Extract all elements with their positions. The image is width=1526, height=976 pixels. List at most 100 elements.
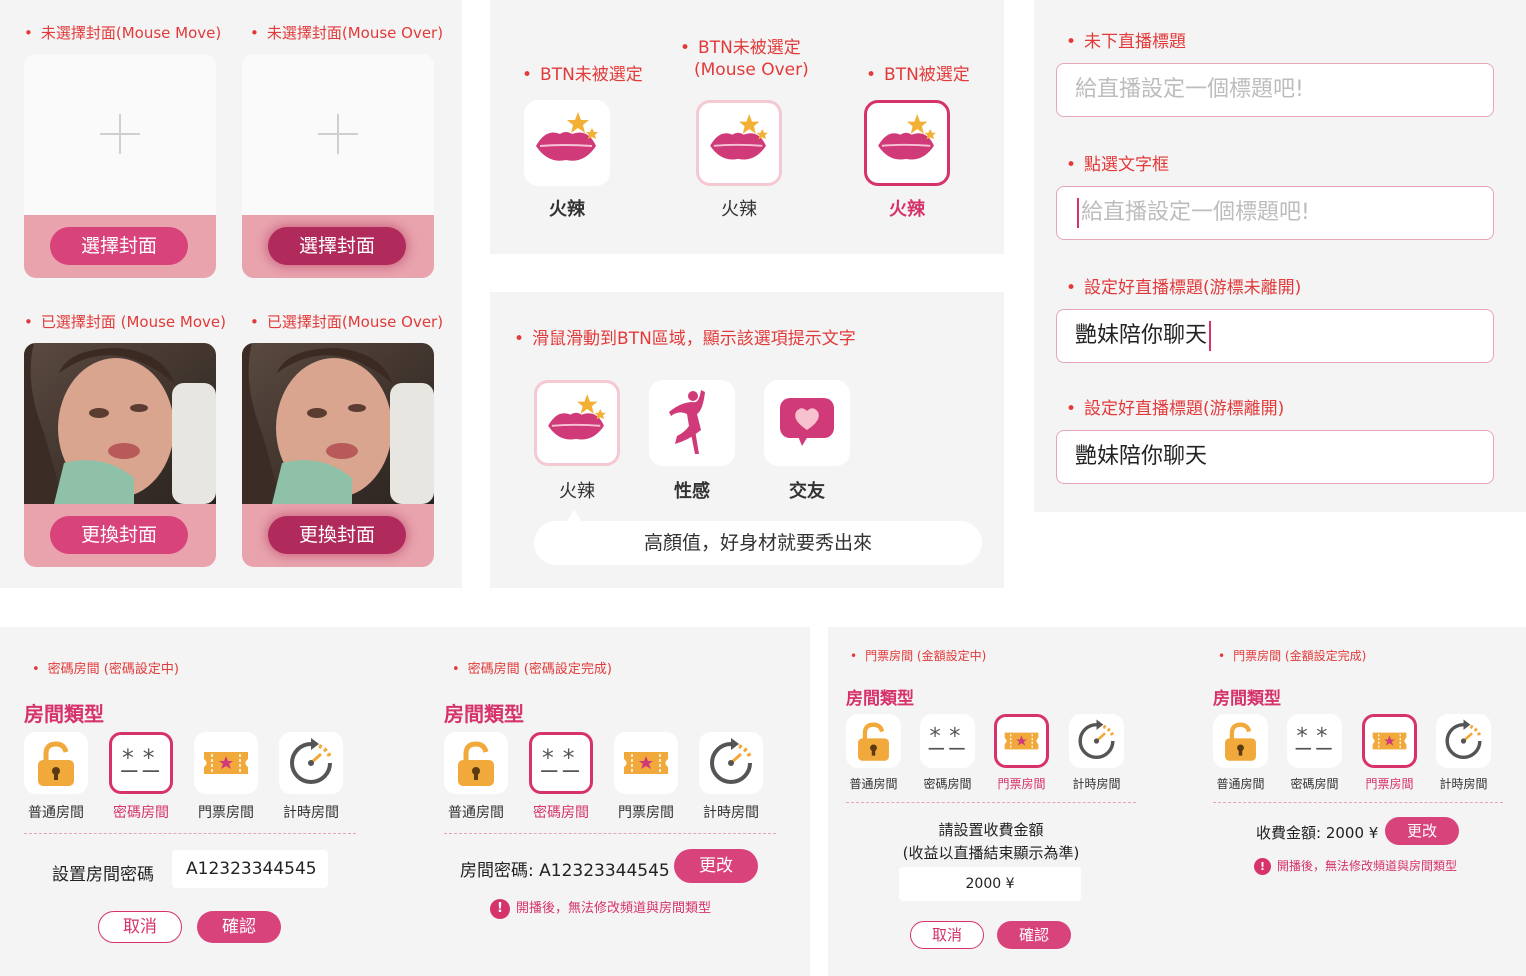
timer-icon bbox=[1069, 714, 1124, 768]
note-tag-unselected: •BTN未被選定 bbox=[522, 60, 643, 85]
room-type-label-password: 密碼房間 bbox=[1279, 775, 1350, 792]
cover-photo bbox=[242, 343, 434, 504]
fee-prompt: 請設置收費金額 bbox=[846, 819, 1136, 840]
heart-chat-icon bbox=[764, 380, 850, 466]
room-type-ticket[interactable] bbox=[1362, 714, 1417, 768]
svg-text:*: * bbox=[1296, 724, 1307, 750]
note-password-setting: •密碼房間 (密碼設定中) bbox=[32, 658, 179, 677]
tag-label-sexy: 性感 bbox=[632, 477, 752, 503]
cover-card-unselected-over[interactable]: 選擇封面 bbox=[242, 54, 434, 278]
room-type-label-normal: 普通房間 bbox=[436, 802, 516, 822]
fee-prompt-note: (收益以直播結束顯示為準) bbox=[846, 842, 1136, 863]
room-type-ticket[interactable] bbox=[194, 732, 258, 794]
tag-button-sexy[interactable] bbox=[649, 380, 735, 466]
title-input-typing[interactable]: 艷妹陪你聊天 bbox=[1056, 309, 1494, 363]
exclamation-icon: ! bbox=[490, 899, 510, 919]
svg-text:*: * bbox=[542, 744, 554, 772]
note-unselected-move: •未選擇封面(Mouse Move) bbox=[24, 22, 221, 43]
note-title-focus: •點選文字框 bbox=[1066, 150, 1169, 175]
change-password-button[interactable]: 更改 bbox=[674, 849, 758, 883]
timer-icon bbox=[1436, 714, 1491, 768]
note-password-done: •密碼房間 (密碼設定完成) bbox=[452, 658, 612, 677]
password-input[interactable]: A12323344545 bbox=[172, 850, 328, 888]
password-label: 設置房間密碼 bbox=[52, 860, 154, 885]
room-type-password[interactable]: ** bbox=[920, 714, 975, 768]
note-tag-hover: •BTN未被選定 bbox=[680, 33, 801, 58]
asterisk-password-icon: ** bbox=[532, 735, 590, 791]
change-fee-button[interactable]: 更改 bbox=[1385, 817, 1459, 845]
room-type-label-timed: 計時房間 bbox=[1061, 775, 1132, 792]
room-type-label-ticket: 門票房間 bbox=[606, 802, 686, 822]
warning-message: !開播後，無法修改頻道與房間類型 bbox=[490, 897, 711, 919]
cover-card-selected-over[interactable]: 更換封面 bbox=[242, 343, 434, 567]
change-cover-button[interactable]: 更換封面 bbox=[50, 516, 188, 554]
room-type-ticket[interactable] bbox=[994, 714, 1049, 768]
room-type-password[interactable]: ** bbox=[109, 732, 173, 794]
room-type-label-timed: 計時房間 bbox=[271, 802, 351, 822]
password-display: 房間密碼: A12323344545 bbox=[460, 856, 670, 881]
room-type-title: 房間類型 bbox=[24, 698, 104, 727]
change-cover-button-hover[interactable]: 更換封面 bbox=[268, 516, 406, 554]
choose-cover-button[interactable]: 選擇封面 bbox=[50, 227, 188, 265]
room-type-normal[interactable] bbox=[846, 714, 901, 768]
fee-display: 收費金額: 2000 ¥ bbox=[1256, 822, 1378, 843]
divider bbox=[1213, 802, 1503, 803]
divider bbox=[846, 802, 1136, 803]
cover-card-unselected-move[interactable]: 選擇封面 bbox=[24, 54, 216, 278]
note-tag-selected: •BTN被選定 bbox=[866, 60, 970, 85]
svg-text:*: * bbox=[143, 744, 155, 772]
room-type-timed[interactable] bbox=[1436, 714, 1491, 768]
asterisk-password-icon: ** bbox=[112, 735, 170, 791]
ticket-icon bbox=[997, 717, 1046, 765]
room-type-timed[interactable] bbox=[279, 732, 343, 794]
kiss-lips-icon bbox=[537, 383, 617, 463]
confirm-button[interactable]: 確認 bbox=[197, 911, 281, 943]
cancel-button[interactable]: 取消 bbox=[910, 921, 984, 949]
room-type-ticket[interactable] bbox=[614, 732, 678, 794]
room-type-normal[interactable] bbox=[1213, 714, 1268, 768]
tag-button-unselected[interactable] bbox=[524, 100, 610, 186]
svg-text:*: * bbox=[563, 744, 575, 772]
kiss-lips-icon bbox=[867, 103, 947, 183]
text-caret bbox=[1209, 321, 1211, 351]
tag-button-selected[interactable] bbox=[864, 100, 950, 186]
title-input-done[interactable]: 艷妹陪你聊天 bbox=[1056, 430, 1494, 484]
note-title-empty: •未下直播標題 bbox=[1066, 27, 1186, 52]
note-selected-over: •已選擇封面(Mouse Over) bbox=[250, 311, 443, 332]
confirm-button[interactable]: 確認 bbox=[997, 921, 1071, 949]
asterisk-password-icon: ** bbox=[1287, 714, 1342, 768]
plus-icon bbox=[100, 114, 140, 154]
room-type-label-ticket: 門票房間 bbox=[986, 775, 1057, 792]
tag-button-spicy[interactable] bbox=[534, 380, 620, 466]
tag-label-hover: 火辣 bbox=[679, 195, 799, 221]
cancel-button[interactable]: 取消 bbox=[98, 911, 182, 943]
room-type-label-normal: 普通房間 bbox=[838, 775, 909, 792]
tag-tooltip: 高顏值，好身材就要秀出來 bbox=[534, 521, 982, 565]
room-type-normal[interactable] bbox=[24, 732, 88, 794]
fee-input[interactable]: 2000 ¥ bbox=[899, 867, 1081, 901]
room-type-label-password: 密碼房間 bbox=[521, 802, 601, 822]
note-title-done: •設定好直播標題(游標離開) bbox=[1066, 394, 1284, 419]
room-type-password[interactable]: ** bbox=[529, 732, 593, 794]
divider bbox=[24, 833, 356, 834]
svg-text:*: * bbox=[1316, 724, 1327, 750]
title-input-focused[interactable]: 給直播設定一個標題吧! bbox=[1056, 186, 1494, 240]
room-type-normal[interactable] bbox=[444, 732, 508, 794]
title-input-empty[interactable]: 給直播設定一個標題吧! bbox=[1056, 63, 1494, 117]
tag-button-hover[interactable] bbox=[696, 100, 782, 186]
exclamation-icon: ! bbox=[1254, 858, 1271, 875]
note-title-typed: •設定好直播標題(游標未離開) bbox=[1066, 273, 1301, 298]
room-type-timed[interactable] bbox=[699, 732, 763, 794]
dancer-icon bbox=[649, 380, 735, 466]
timer-icon bbox=[699, 732, 763, 794]
unlock-icon bbox=[846, 714, 901, 768]
svg-text:*: * bbox=[122, 744, 134, 772]
cover-card-selected-move[interactable]: 更換封面 bbox=[24, 343, 216, 567]
room-type-timed[interactable] bbox=[1069, 714, 1124, 768]
room-type-password[interactable]: ** bbox=[1287, 714, 1342, 768]
room-type-title: 房間類型 bbox=[444, 698, 524, 727]
choose-cover-button-hover[interactable]: 選擇封面 bbox=[268, 227, 406, 265]
svg-text:*: * bbox=[949, 724, 960, 750]
cover-photo bbox=[24, 343, 216, 504]
tag-button-friends[interactable] bbox=[764, 380, 850, 466]
